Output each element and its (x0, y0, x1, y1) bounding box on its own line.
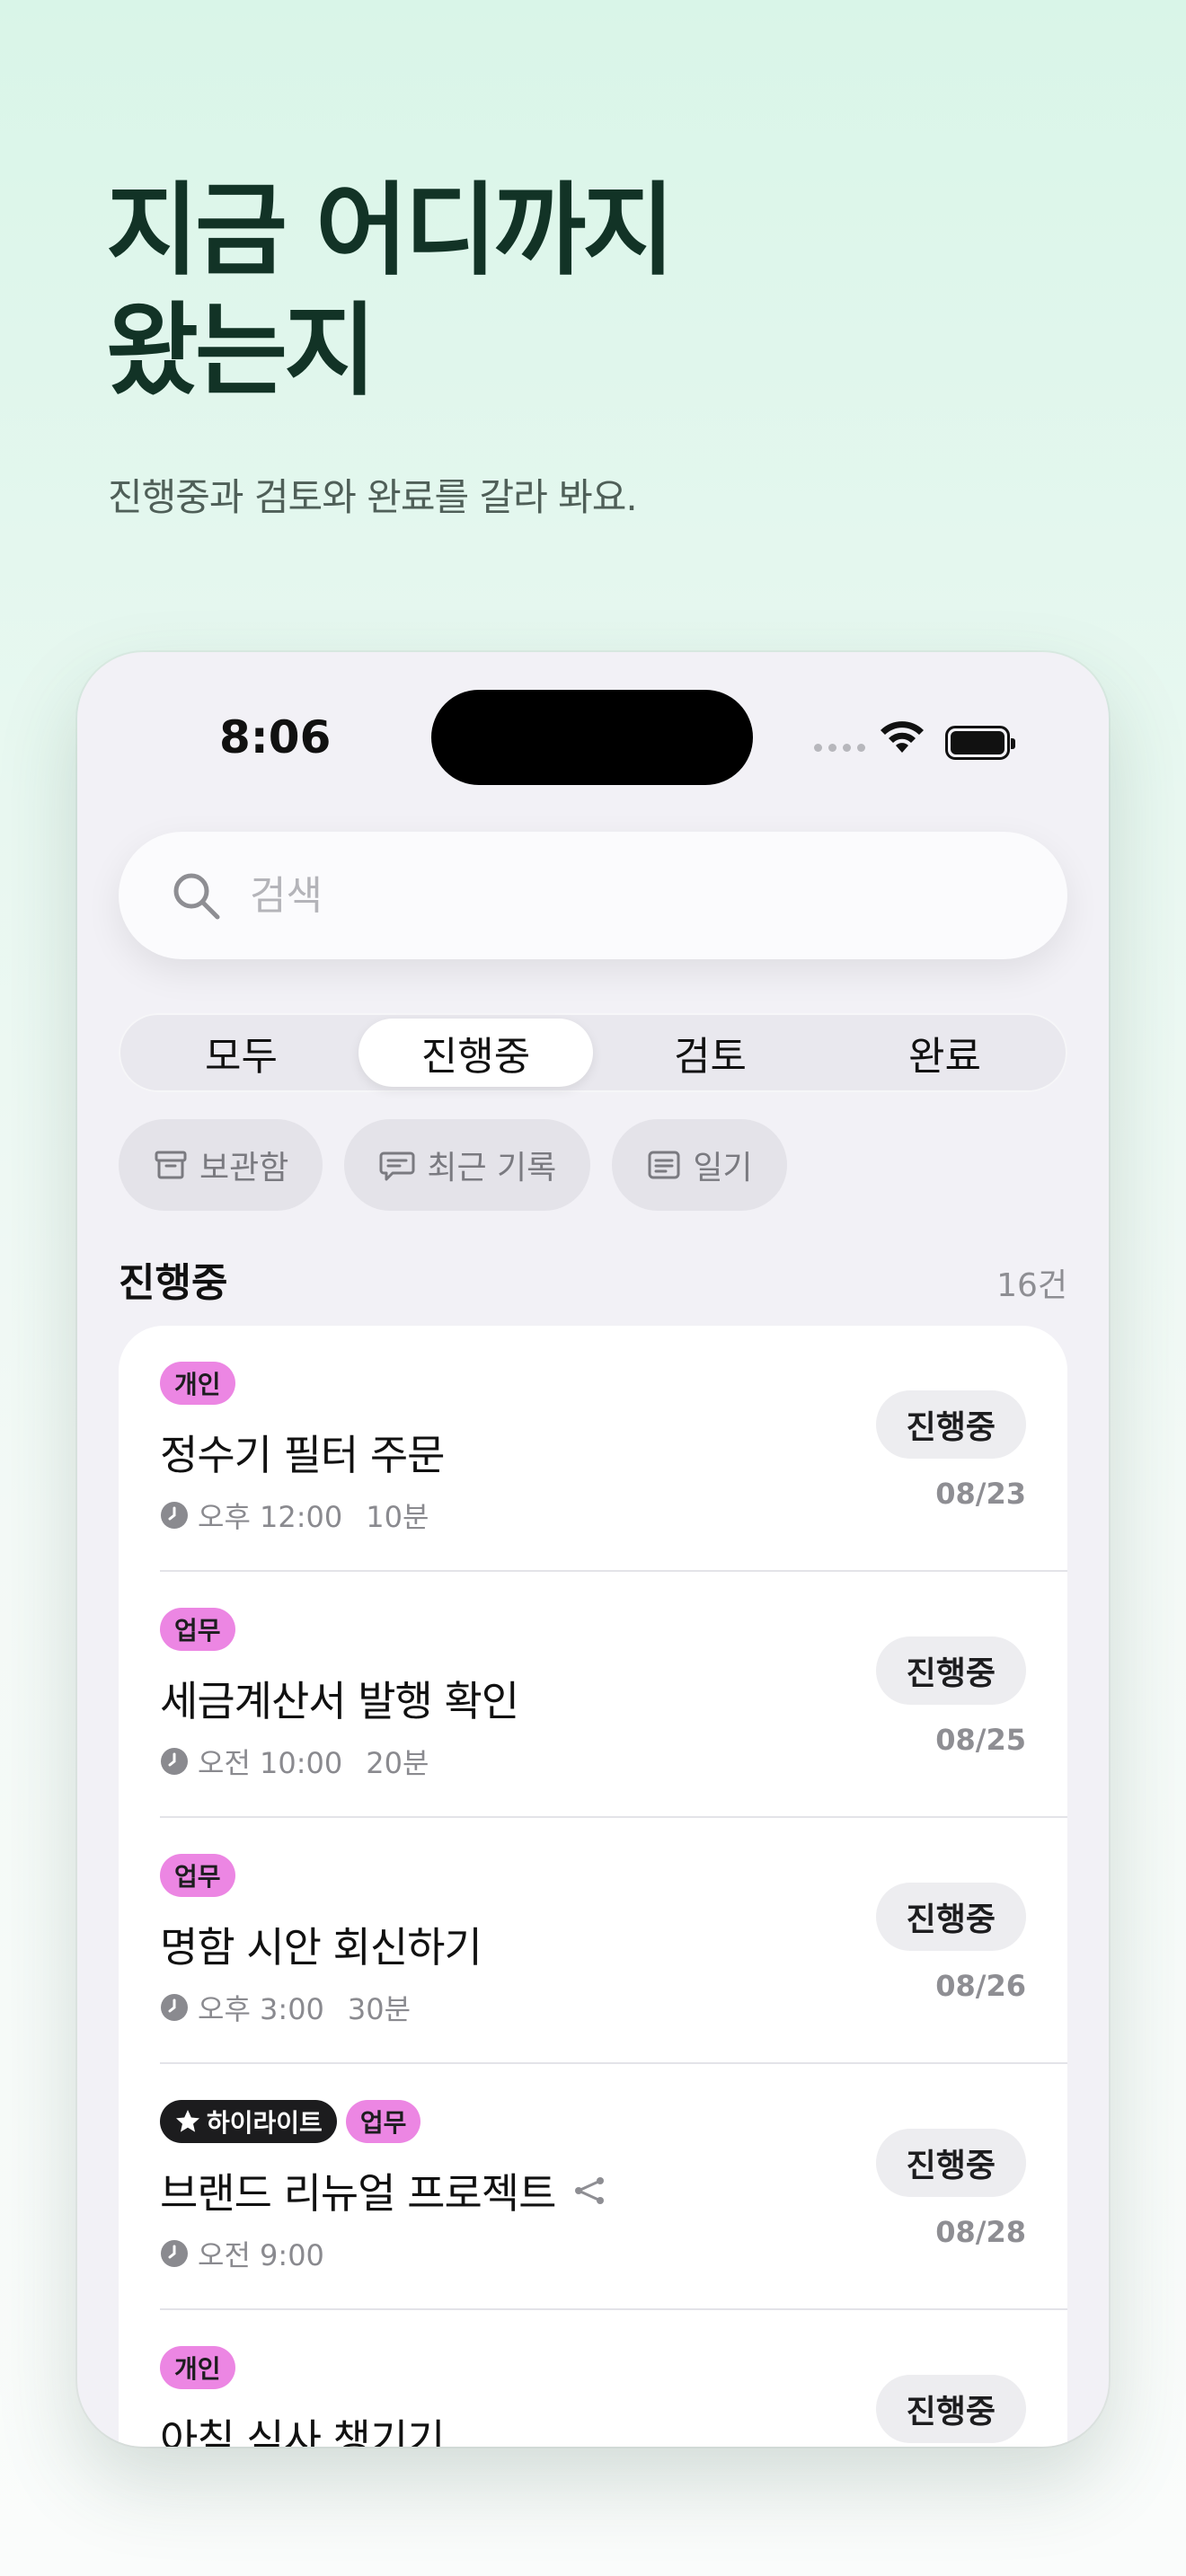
task-time: 오전 10:00 (198, 1746, 343, 1780)
segment-done[interactable]: 완료 (828, 1019, 1062, 1087)
task-row[interactable]: 하이라이트 업무 브랜드 리뉴얼 프로젝트 오전 9:00 진행중 08/28 (160, 2064, 1067, 2310)
recent-log-chip[interactable]: 최근 기록 (344, 1119, 591, 1211)
task-row[interactable]: 개인 정수기 필터 주문 오후 12:00 10분 진행중 08/23 (160, 1326, 1067, 1572)
subtitle: 진행중과 검토와 완료를 갈라 봐요. (108, 475, 638, 519)
category-tag: 개인 (160, 1362, 235, 1405)
cellular-signal-icon (814, 744, 865, 752)
category-tag: 업무 (345, 2100, 421, 2143)
diary-chip-label: 일기 (693, 1150, 753, 1187)
phone-mockup: 8:06 모두 진행중 검토 완료 보관함 (77, 652, 1109, 2447)
task-time: 오후 12:00 (198, 1500, 343, 1534)
segment-all[interactable]: 모두 (124, 1019, 358, 1087)
segment-review[interactable]: 검토 (593, 1019, 828, 1087)
status-time: 8:06 (219, 711, 332, 763)
archive-chip[interactable]: 보관함 (119, 1119, 323, 1211)
status-badge[interactable]: 진행중 (875, 1636, 1026, 1705)
segment-in-progress[interactable]: 진행중 (358, 1019, 593, 1087)
clock-icon (161, 1502, 188, 1529)
task-date: 08/25 (935, 1723, 1026, 1757)
task-date: 08/26 (935, 1969, 1026, 2003)
chat-bubble-icon (379, 1151, 415, 1181)
task-title: 세금계산서 발행 확인 (160, 1677, 519, 1725)
search-bar[interactable] (119, 832, 1067, 959)
task-row[interactable]: 개인 아침 식사 챙기기 진행중 (160, 2310, 1067, 2447)
headline: 지금 어디까지 왔는지 (106, 171, 1094, 411)
status-filter-segmented-control: 모두 진행중 검토 완료 (119, 1013, 1067, 1092)
task-title: 정수기 필터 주문 (160, 1431, 445, 1479)
headline-line-2: 왔는지 (106, 293, 376, 410)
search-input[interactable] (250, 872, 969, 919)
clock-icon (161, 2240, 188, 2267)
highlight-tag-label: 하이라이트 (207, 2108, 323, 2138)
task-duration: 30분 (347, 1992, 412, 2026)
task-row[interactable]: 업무 명함 시안 회신하기 오후 3:00 30분 진행중 08/26 (160, 1818, 1067, 2064)
dynamic-island (431, 690, 753, 785)
search-icon (173, 873, 220, 920)
wifi-icon (881, 721, 924, 753)
highlight-tag: 하이라이트 (160, 2100, 337, 2143)
recent-log-chip-label: 최근 기록 (427, 1150, 557, 1187)
section-count: 16건 (996, 1267, 1067, 1304)
clock-icon (161, 1748, 188, 1775)
category-tag: 개인 (160, 2346, 235, 2389)
task-list: 개인 정수기 필터 주문 오후 12:00 10분 진행중 08/23 업무 세… (119, 1326, 1067, 2447)
battery-icon (945, 726, 1015, 760)
task-duration: 20분 (366, 1746, 429, 1780)
task-date: 08/28 (935, 2215, 1026, 2249)
headline-line-1: 지금 어디까지 (106, 172, 675, 289)
star-icon (176, 2110, 199, 2132)
status-badge[interactable]: 진행중 (875, 2129, 1026, 2197)
task-row[interactable]: 업무 세금계산서 발행 확인 오전 10:00 20분 진행중 08/25 (160, 1572, 1067, 1818)
section-header: 진행중 16건 (119, 1250, 1067, 1308)
category-tag: 업무 (160, 1608, 235, 1651)
status-badge[interactable]: 진행중 (875, 1390, 1026, 1459)
task-title: 브랜드 리뉴얼 프로젝트 (160, 2169, 556, 2218)
status-icons (814, 717, 1030, 767)
task-time: 오전 9:00 (198, 2238, 324, 2272)
task-title: 아침 식사 챙기기 (160, 2415, 445, 2447)
share-icon (575, 2177, 605, 2204)
status-badge[interactable]: 진행중 (875, 2375, 1026, 2443)
section-title: 진행중 (119, 1260, 228, 1306)
task-duration: 10분 (366, 1500, 429, 1534)
task-time: 오후 3:00 (198, 1992, 324, 2026)
task-title: 명함 시안 회신하기 (160, 1923, 482, 1972)
diary-chip[interactable]: 일기 (612, 1119, 787, 1211)
category-tag: 업무 (160, 1854, 235, 1897)
archive-icon (155, 1151, 187, 1179)
note-icon (648, 1151, 680, 1179)
archive-chip-label: 보관함 (199, 1150, 289, 1187)
status-badge[interactable]: 진행중 (875, 1883, 1026, 1951)
task-date: 08/23 (935, 1477, 1026, 1511)
quick-chips: 보관함 최근 기록 일기 (119, 1119, 787, 1211)
clock-icon (161, 1994, 188, 2021)
